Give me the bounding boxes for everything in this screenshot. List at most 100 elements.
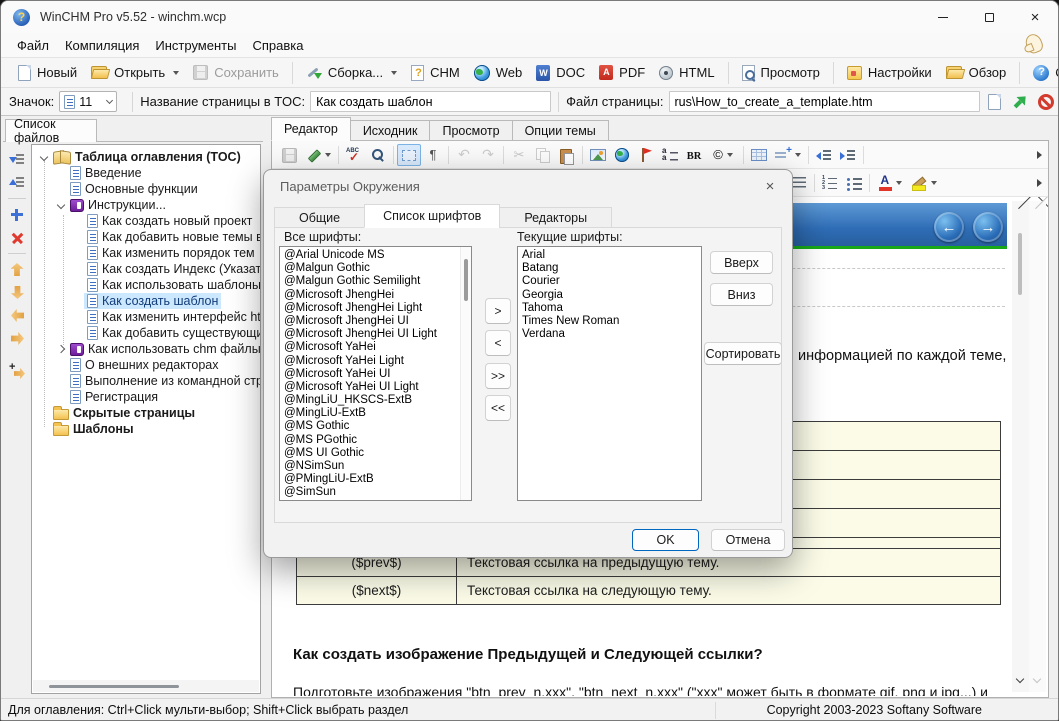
scrollbar-thumb[interactable] [49,685,179,688]
bookmark-flag-button[interactable] [634,144,658,166]
tree-item[interactable]: Таблица оглавления (TOC) [32,149,260,165]
font-list-item[interactable]: @Microsoft YaHei UI Light [280,381,471,394]
cut-button[interactable] [507,144,531,166]
menu-item[interactable]: Файл [9,35,57,56]
font-list-item[interactable]: @MingLiU-ExtB [280,407,471,420]
move-up-button[interactable] [4,258,30,281]
add-topic-button[interactable] [4,203,30,226]
expand-all-button[interactable] [4,148,30,171]
tab-file-list[interactable]: Список файлов [5,119,97,142]
font-list-item[interactable]: @MS PGothic [280,434,471,447]
tree-item[interactable]: Как изменить интерфейс htm [32,309,260,325]
tree-item[interactable]: Как создать новый проект [32,213,260,229]
goto-page-file-button[interactable] [1008,91,1032,113]
bullet-list-button[interactable] [842,172,866,194]
font-list-item[interactable]: @Malgun Gothic [280,262,471,275]
font-list-item[interactable]: @NSimSun [280,460,471,473]
tree-item[interactable]: Как добавить новые темы в [32,229,260,245]
chm-button[interactable]: CHM [404,61,467,85]
tree-item[interactable]: Как использовать шаблоны [32,277,260,293]
previous-topic-button[interactable] [934,212,964,242]
font-list-item[interactable]: @Microsoft JhengHei [280,289,471,302]
copyright-button[interactable] [706,144,740,166]
font-list-item[interactable]: Courier [518,275,701,288]
tree-item[interactable]: О внешних редакторах [32,357,260,373]
page-file-input[interactable] [669,91,980,112]
insert-image-button[interactable] [586,144,610,166]
tree-horizontal-scrollbar[interactable] [33,680,259,692]
pdf-button[interactable]: PDF [592,61,652,85]
move-right-button[interactable] [4,327,30,350]
tree-item[interactable]: Основные функции [32,181,260,197]
move-all-right-button[interactable]: >> [485,363,511,389]
tree-item[interactable]: Как изменить порядок тем [32,245,260,261]
save-button[interactable]: Сохранить [186,61,286,85]
all-fonts-listbox[interactable]: @Arial Unicode MS@Malgun Gothic@Malgun G… [279,246,472,501]
font-list-item[interactable]: @SimSun [280,486,471,499]
toolbar-overflow-icon[interactable] [1037,151,1042,159]
scrollbar-thumb[interactable] [464,259,468,301]
listbox-scrollbar[interactable] [460,247,471,500]
build-button[interactable]: Сборка... [299,61,404,85]
br-button[interactable] [682,144,706,166]
editor-scrollbar[interactable] [1012,201,1029,692]
move-up-button[interactable]: Вверх [710,251,773,274]
highlight-button[interactable] [907,172,941,194]
move-right-button[interactable]: > [485,298,511,324]
move-down-button[interactable] [4,281,30,304]
menu-item[interactable]: Инструменты [147,35,244,56]
move-left-button[interactable]: < [485,330,511,356]
minimize-button[interactable] [920,1,966,33]
cancel-button[interactable]: Отмена [711,529,785,551]
tab-опции-темы[interactable]: Опции темы [512,120,609,141]
delete-topic-button[interactable] [4,226,30,249]
settings-button[interactable]: Настройки [840,61,939,85]
tree-item[interactable]: Как создать шаблон [32,293,260,309]
move-all-left-button[interactable]: << [485,395,511,421]
scroll-down-icon[interactable] [1016,675,1024,683]
web-globe-button[interactable]: Web [467,61,530,85]
menu-item[interactable]: Справка [244,35,311,56]
copy-button[interactable] [531,144,555,166]
font-list-item[interactable]: @MS UI Gothic [280,447,471,460]
anchor-list-button[interactable] [658,144,682,166]
clear-page-file-button[interactable] [1034,91,1058,113]
font-list-item[interactable]: Tahoma [518,302,701,315]
maximize-button[interactable] [966,1,1012,33]
spellcheck-button[interactable] [342,144,366,166]
expander-icon[interactable] [54,202,67,208]
sort-button[interactable]: Сортировать [704,342,782,365]
dialog-tab[interactable]: Общие [274,207,365,228]
close-button[interactable]: × [1012,1,1058,33]
paste-button[interactable] [555,144,579,166]
tree-item[interactable]: Выполнение из командной стро [32,373,260,389]
tab-просмотр[interactable]: Просмотр [429,120,512,141]
expander-icon[interactable] [37,154,50,160]
toolbar-overflow-icon[interactable] [1037,179,1042,187]
add-child-topic-button[interactable] [4,360,30,383]
current-fonts-listbox[interactable]: ArialBatangCourierGeorgiaTahomaTimes New… [517,246,702,501]
font-list-item[interactable]: @Microsoft JhengHei Light [280,302,471,315]
save-button[interactable] [277,144,301,166]
font-list-item[interactable]: Verdana [518,328,701,341]
tree-item[interactable]: Регистрация [32,389,260,405]
font-list-item[interactable]: @MingLiU_HKSCS-ExtB [280,394,471,407]
table-row-button[interactable] [771,144,805,166]
font-list-item[interactable]: @Microsoft JhengHei UI [280,315,471,328]
preview-button[interactable]: Просмотр [735,61,827,85]
tree-item[interactable]: Как добавить существующие [32,325,260,341]
font-list-item[interactable]: @Microsoft YaHei UI [280,368,471,381]
font-list-item[interactable]: @Microsoft JhengHei UI Light [280,328,471,341]
move-down-button[interactable]: Вниз [710,283,773,306]
open-folder-button[interactable]: Открыть [84,61,186,85]
menu-item[interactable]: Компиляция [57,35,147,56]
font-list-item[interactable]: Times New Roman [518,315,701,328]
tab-исходник[interactable]: Исходник [350,120,431,141]
font-list-item[interactable]: @Microsoft YaHei Light [280,355,471,368]
ok-button[interactable]: OK [632,529,699,551]
browse-folder-button[interactable]: Обзор [939,61,1014,85]
scrollbar-thumb[interactable] [1018,233,1022,295]
tree-item[interactable]: Шаблоны [32,421,260,437]
icon-combobox[interactable]: 11 [59,91,117,112]
toc-title-input[interactable] [310,91,551,112]
